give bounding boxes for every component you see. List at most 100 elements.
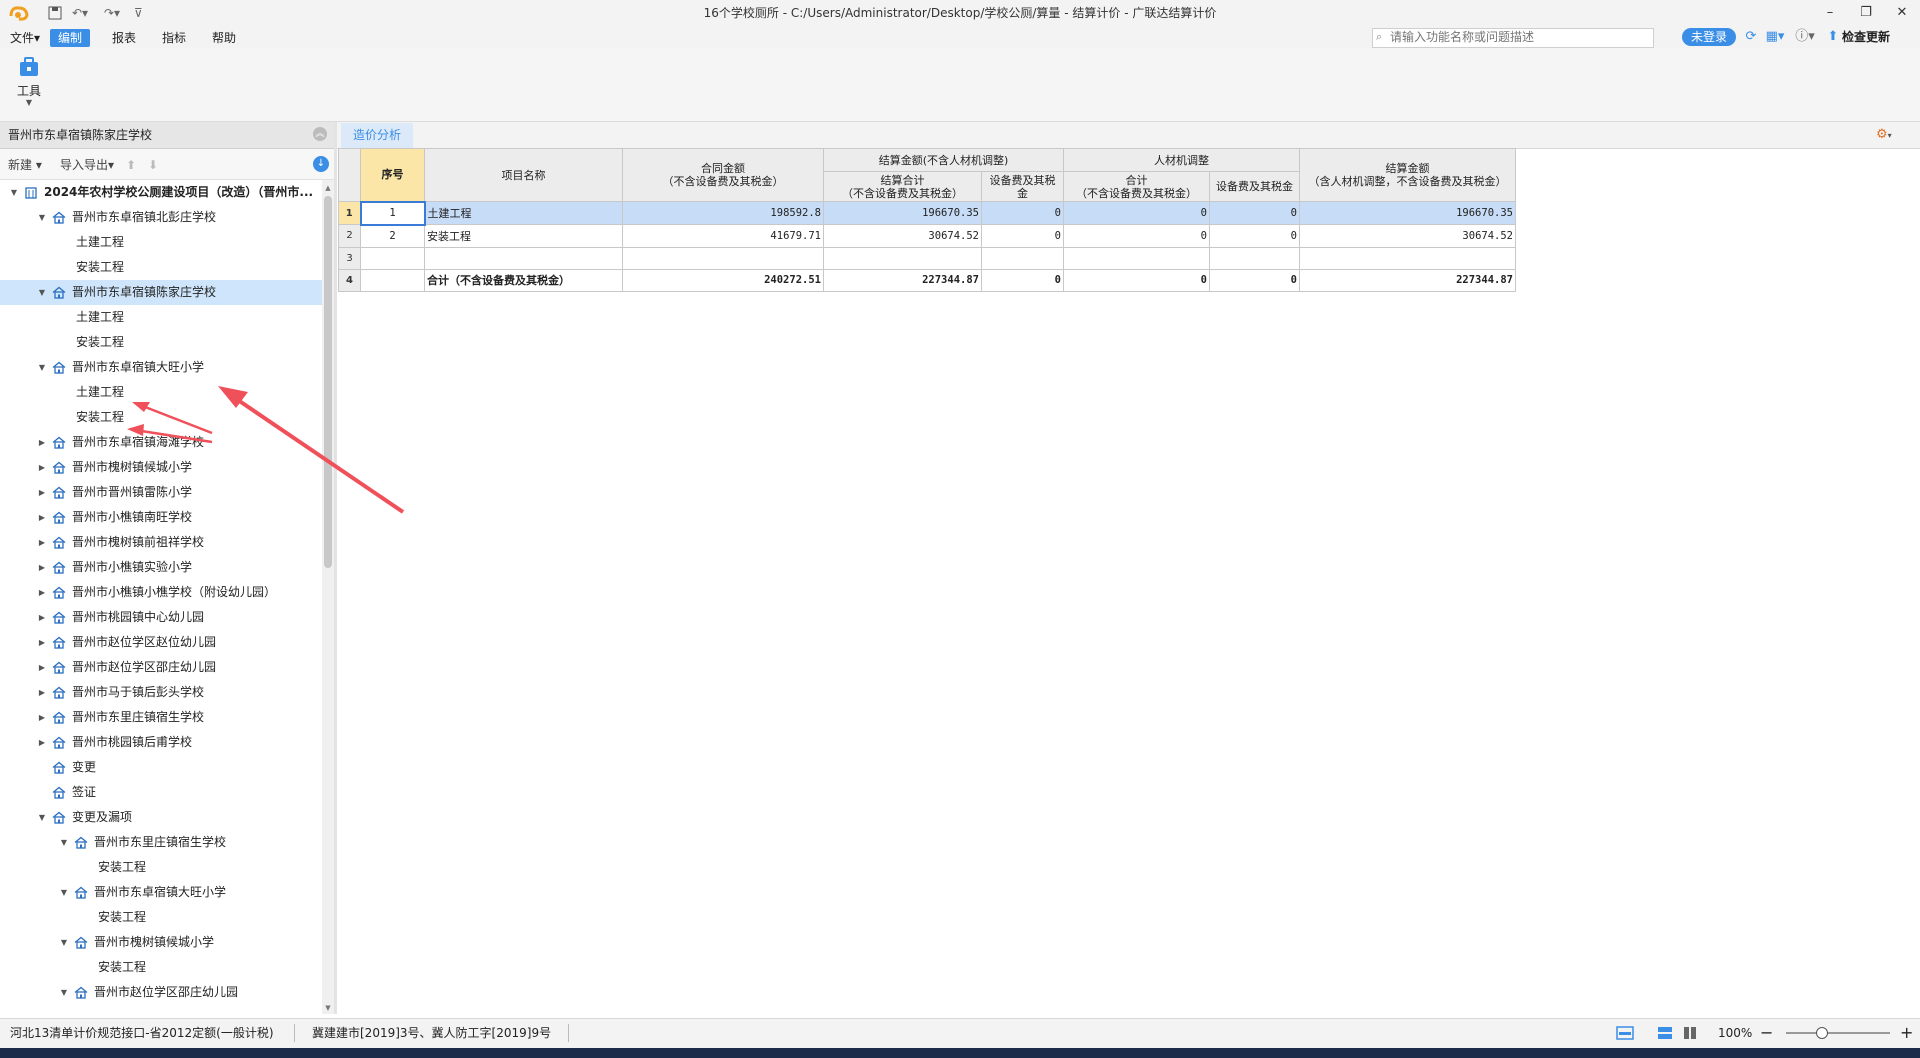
tree-node[interactable]: 签证 <box>0 780 322 805</box>
tools-button[interactable]: 工具 <box>14 82 44 99</box>
layout-stacked-icon[interactable] <box>1656 1025 1674 1041</box>
close-icon[interactable]: ✕ <box>1884 0 1920 26</box>
name-cell[interactable]: 安装工程 <box>424 224 623 248</box>
settle-equip-cell[interactable]: 0 <box>981 201 1064 225</box>
save-icon[interactable] <box>48 4 62 22</box>
menu-file[interactable]: 文件▾ <box>2 29 48 47</box>
zoom-in-icon[interactable]: + <box>1900 1018 1913 1048</box>
minimize-icon[interactable]: – <box>1812 0 1848 26</box>
tree-node[interactable]: ▶ 晋州市赵位学区邵庄幼儿园 <box>0 655 322 680</box>
settle-total-cell[interactable] <box>823 246 982 270</box>
tree-node[interactable]: ▼ 晋州市槐树镇候城小学 <box>0 930 322 955</box>
name-cell[interactable]: 合计（不含设备费及其税金） <box>424 268 623 292</box>
header-adj-equip[interactable]: 设备费及其税金 <box>1209 171 1300 202</box>
final-amount-cell[interactable] <box>1299 246 1516 270</box>
tree-node[interactable]: ▶ 晋州市小樵镇小樵学校（附设幼儿园） <box>0 580 322 605</box>
move-up-icon[interactable]: ⬆ <box>126 156 136 174</box>
adj-total-cell[interactable]: 0 <box>1063 268 1210 292</box>
tree-node[interactable]: 安装工程 <box>0 955 322 980</box>
check-update-button[interactable]: 检查更新 <box>1842 28 1920 46</box>
tree-node[interactable]: ▶ 晋州市东里庄镇宿生学校 <box>0 705 322 730</box>
scroll-up-icon[interactable]: ▲ <box>322 182 334 194</box>
final-amount-cell[interactable]: 30674.52 <box>1299 224 1516 248</box>
layout-single-icon[interactable] <box>1616 1025 1634 1041</box>
settle-equip-cell[interactable]: 0 <box>981 268 1064 292</box>
name-cell[interactable] <box>424 246 623 270</box>
import-export-button[interactable]: 导入导出▾ <box>60 156 114 174</box>
tree-node[interactable]: ▶ 晋州市小樵镇实验小学 <box>0 555 322 580</box>
tree-node[interactable]: ▼ 晋州市东卓宿镇大旺小学 <box>0 880 322 905</box>
collapse-icon[interactable]: ︽ <box>313 127 327 141</box>
undo-icon[interactable]: ↶▾ <box>72 4 88 22</box>
expand-arrow-icon[interactable]: ▼ <box>58 880 70 905</box>
tree-node[interactable]: ▼ 晋州市东卓宿镇北彭庄学校 <box>0 205 322 230</box>
panel-splitter[interactable] <box>334 122 337 1014</box>
chevron-down-icon[interactable]: ▼ <box>24 98 34 107</box>
menu-report[interactable]: 报表 <box>104 29 144 47</box>
tree-node[interactable]: ▶ 晋州市桃园镇中心幼儿园 <box>0 605 322 630</box>
final-amount-cell[interactable]: 196670.35 <box>1299 201 1516 225</box>
collapse-arrow-icon[interactable]: ▶ <box>36 655 48 680</box>
adj-equip-cell[interactable]: 0 <box>1209 224 1300 248</box>
contract-amount-cell[interactable] <box>622 246 824 270</box>
menu-help[interactable]: 帮助 <box>204 29 244 47</box>
customize-icon[interactable]: ⊽ <box>134 4 143 22</box>
contract-amount-cell[interactable]: 41679.71 <box>622 224 824 248</box>
tree-node[interactable]: ▼ 2024年农村学校公厕建设项目（改造）（晋州市... <box>0 180 322 205</box>
tree-node[interactable]: ▼ 晋州市东里庄镇宿生学校 <box>0 830 322 855</box>
tree-node[interactable]: 土建工程 <box>0 305 322 330</box>
search-input[interactable] <box>1390 29 1648 45</box>
tree-node[interactable]: 变更 <box>0 755 322 780</box>
tree-node[interactable]: ▶ 晋州市槐树镇候城小学 <box>0 455 322 480</box>
redo-icon[interactable]: ↷▾ <box>104 4 120 22</box>
settle-total-cell[interactable]: 30674.52 <box>823 224 982 248</box>
tree-node[interactable]: ▼ 晋州市东卓宿镇大旺小学 <box>0 355 322 380</box>
tree-node[interactable]: ▶ 晋州市马于镇后彭头学校 <box>0 680 322 705</box>
menu-indicator[interactable]: 指标 <box>154 29 194 47</box>
final-amount-cell[interactable]: 227344.87 <box>1299 268 1516 292</box>
seq-cell[interactable]: 2 <box>360 224 425 248</box>
collapse-arrow-icon[interactable]: ▶ <box>36 630 48 655</box>
apps-icon[interactable]: ▦▾ <box>1762 28 1788 46</box>
collapse-arrow-icon[interactable]: ▶ <box>36 605 48 630</box>
tree-node[interactable]: ▼ 晋州市赵位学区邵庄幼儿园 <box>0 980 322 1005</box>
contract-amount-cell[interactable]: 198592.8 <box>622 201 824 225</box>
name-cell[interactable]: 土建工程 <box>424 201 623 225</box>
table-row[interactable]: 4 合计（不含设备费及其税金） 240272.51 227344.87 0 0 0 22734… <box>338 268 1516 292</box>
collapse-arrow-icon[interactable]: ▶ <box>36 730 48 755</box>
tree-node[interactable]: 安装工程 <box>0 330 322 355</box>
sync-icon[interactable]: ⟳ <box>1742 28 1760 46</box>
download-icon[interactable]: ↓ <box>313 156 329 172</box>
new-button[interactable]: 新建 ▾ <box>8 156 42 174</box>
row-number-cell[interactable]: 1 <box>338 201 361 225</box>
tree-node[interactable]: ▶ 晋州市赵位学区赵位幼儿园 <box>0 630 322 655</box>
adj-equip-cell[interactable] <box>1209 246 1300 270</box>
header-settle-equip[interactable]: 设备费及其税金 <box>981 171 1064 202</box>
tree-node[interactable]: ▶ 晋州市小樵镇南旺学校 <box>0 505 322 530</box>
expand-arrow-icon[interactable]: ▼ <box>36 280 48 305</box>
row-number-cell[interactable]: 3 <box>338 246 361 270</box>
collapse-arrow-icon[interactable]: ▶ <box>36 580 48 605</box>
expand-arrow-icon[interactable]: ▼ <box>58 980 70 1005</box>
login-button[interactable]: 未登录 <box>1682 28 1736 46</box>
menu-edit[interactable]: 编制 <box>50 29 91 47</box>
adj-equip-cell[interactable]: 0 <box>1209 268 1300 292</box>
header-adj-total[interactable]: 合计 （不含设备费及其税金） <box>1063 171 1210 202</box>
expand-arrow-icon[interactable]: ▼ <box>36 805 48 830</box>
expand-arrow-icon[interactable]: ▼ <box>58 830 70 855</box>
collapse-arrow-icon[interactable]: ▶ <box>36 430 48 455</box>
tree-node[interactable]: 安装工程 <box>0 905 322 930</box>
tree-node[interactable]: 安装工程 <box>0 255 322 280</box>
header-seq[interactable]: 序号 <box>360 148 425 202</box>
restore-icon[interactable]: ❐ <box>1848 0 1884 26</box>
adj-equip-cell[interactable]: 0 <box>1209 201 1300 225</box>
collapse-arrow-icon[interactable]: ▶ <box>36 530 48 555</box>
adj-total-cell[interactable] <box>1063 246 1210 270</box>
table-row[interactable]: 2 2 安装工程 41679.71 30674.52 0 0 0 30674.52 <box>338 224 1516 248</box>
tree-node[interactable]: ▶ 晋州市桃园镇后甫学校 <box>0 730 322 755</box>
expand-arrow-icon[interactable]: ▼ <box>8 180 20 205</box>
tree-node[interactable]: 安装工程 <box>0 405 322 430</box>
move-down-icon[interactable]: ⬇ <box>148 156 158 174</box>
header-settle-group[interactable]: 结算金额(不含人材机调整) <box>823 148 1064 172</box>
scroll-down-icon[interactable]: ▼ <box>322 1002 334 1014</box>
